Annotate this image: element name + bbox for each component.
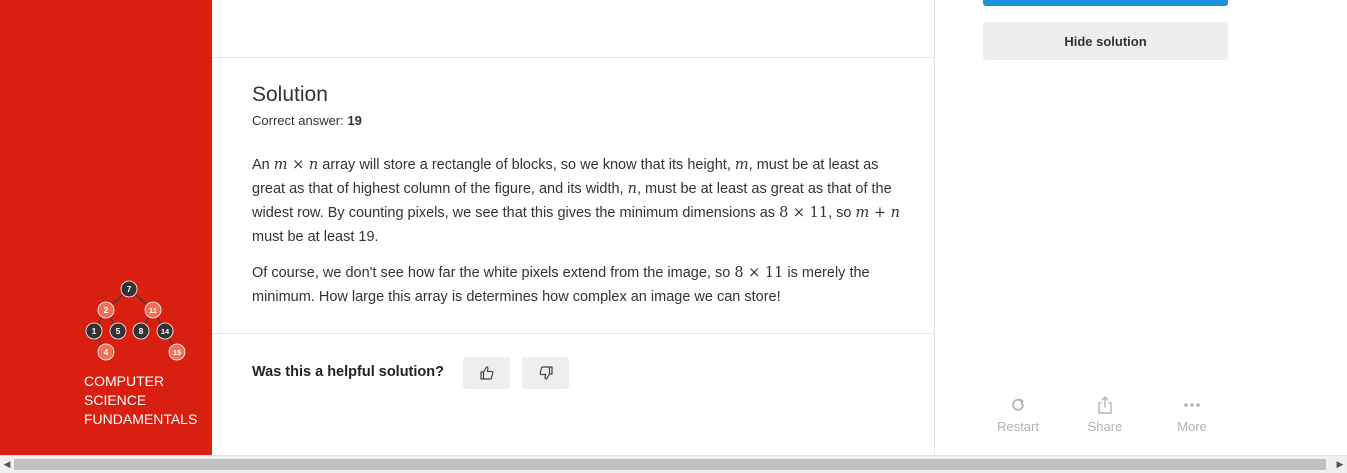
- math-m: m: [855, 205, 870, 221]
- hide-solution-button[interactable]: Hide solution: [983, 22, 1228, 60]
- math-n: n: [308, 157, 319, 173]
- tree-node-label: 15: [173, 348, 181, 357]
- math-plus: +: [869, 205, 891, 221]
- correct-answer-value: 19: [347, 113, 362, 128]
- thumbs-up-button[interactable]: [463, 357, 510, 389]
- more-button[interactable]: More: [1162, 393, 1222, 434]
- more-dots-icon: [1184, 403, 1200, 407]
- solution-panel: Solution Correct answer: 19 An m × n arr…: [212, 0, 935, 455]
- course-title-line: FUNDAMENTALS: [84, 411, 198, 427]
- correct-answer: Correct answer: 19: [252, 113, 362, 128]
- math-times: ×: [287, 157, 309, 173]
- thumbs-down-button[interactable]: [522, 357, 569, 389]
- tree-node-label: 11: [149, 306, 157, 315]
- scrollbar-thumb[interactable]: [14, 459, 1326, 470]
- divider: [212, 57, 935, 58]
- thumbs-down-icon: [539, 366, 553, 380]
- course-sidebar: 7 2 11 1 5 8 14 4 15 COMPUTER SCIENCE FUNDAMENTA…: [0, 0, 212, 455]
- share-button[interactable]: Share: [1075, 393, 1135, 434]
- solution-paragraph-1: An m × n array will store a rectangle of…: [252, 153, 904, 249]
- share-label: Share: [1087, 419, 1123, 434]
- share-icon: [1098, 396, 1112, 414]
- text: An: [252, 157, 274, 173]
- solution-paragraph-2: Of course, we don't see how far the whit…: [252, 261, 904, 309]
- text: , so: [828, 205, 856, 221]
- correct-answer-label: Correct answer:: [252, 113, 344, 128]
- tree-node-label: 5: [116, 326, 121, 336]
- scroll-right-arrow-icon[interactable]: ▶: [1333, 456, 1347, 473]
- tree-node-label: 1: [92, 326, 97, 336]
- course-tree-logo: 72 111 5 8 144 15: [85, 280, 186, 361]
- course-title-line: COMPUTER: [84, 373, 165, 389]
- tree-node-label: 14: [161, 327, 170, 336]
- text: must be at least 19.: [252, 229, 379, 245]
- thumbs-up-icon: [479, 366, 493, 380]
- tree-node-label: 2: [104, 305, 109, 315]
- tree-node-label: 8: [139, 326, 144, 336]
- math-n: n: [890, 205, 900, 221]
- math-dimensions: 8 × 11: [779, 205, 829, 221]
- math-m: m: [273, 157, 288, 173]
- horizontal-scrollbar[interactable]: ◀ ▶: [0, 455, 1347, 473]
- math-m: m: [734, 157, 749, 173]
- right-panel: Hide solution Restart Share More: [935, 0, 1347, 455]
- helpful-question: Was this a helpful solution?: [252, 364, 444, 380]
- divider: [212, 333, 935, 334]
- math-n: n: [627, 181, 637, 197]
- restart-icon: [1012, 398, 1024, 411]
- scroll-left-arrow-icon[interactable]: ◀: [0, 456, 14, 473]
- tree-node-label: 4: [104, 347, 109, 357]
- text: array will store a rectangle of blocks, …: [318, 157, 735, 173]
- course-title-line: SCIENCE: [84, 392, 147, 408]
- restart-label: Restart: [997, 419, 1039, 434]
- tree-node-label: 7: [127, 284, 132, 294]
- math-dimensions: 8 × 11: [734, 265, 784, 281]
- continue-button[interactable]: [983, 0, 1228, 6]
- more-label: More: [1177, 419, 1207, 434]
- solution-heading: Solution: [252, 83, 328, 106]
- course-title: COMPUTER SCIENCE FUNDAMENTALS: [84, 372, 197, 429]
- restart-button[interactable]: Restart: [988, 393, 1048, 434]
- text: Of course, we don't see how far the whit…: [252, 265, 735, 281]
